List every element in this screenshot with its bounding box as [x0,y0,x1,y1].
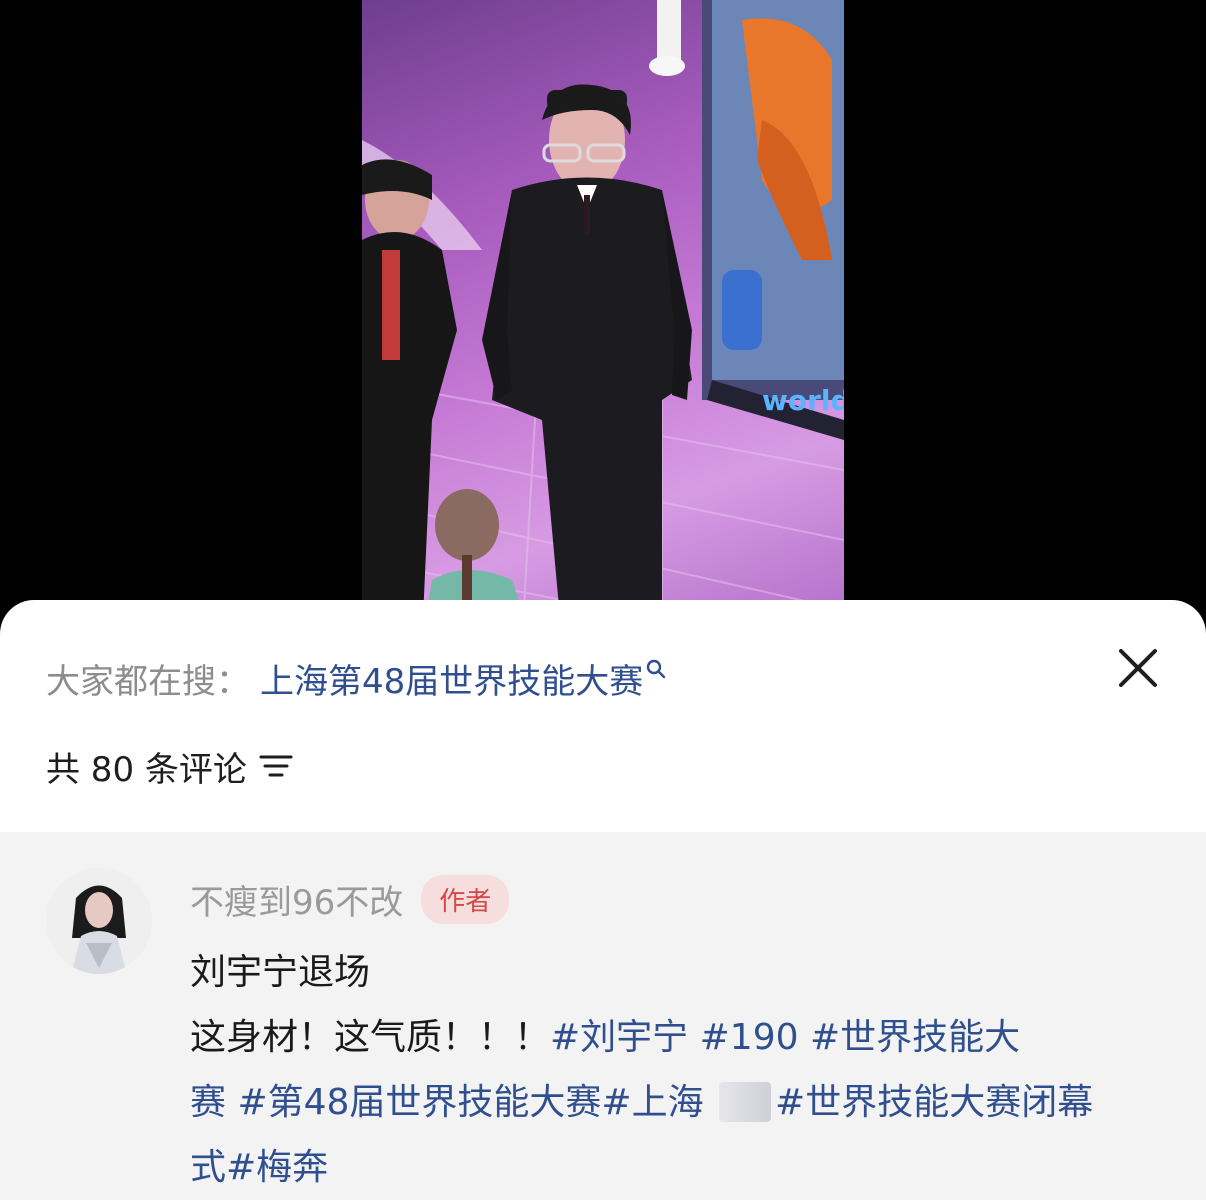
video-area[interactable]: world [0,0,1206,640]
hashtag-link[interactable]: #刘宇宁 #190 #世界技能大 [550,1017,1020,1058]
username[interactable]: 不瘦到96不改 [190,875,403,924]
video-frame[interactable]: world [362,0,844,640]
comment-text: 刘宇宁退场 这身材！这气质！！！#刘宇宁 #190 #世界技能大 赛 #第48届… [190,940,1170,1200]
comment-count-header: 共 80 条评论 [46,740,293,792]
trending-search-link[interactable]: 上海第48届世界技能大赛 [260,654,643,703]
hashtag-link[interactable]: 赛 #第48届世界技能大赛#上海 [190,1082,715,1123]
comment-line-4: 式#梅奔 [190,1135,1170,1200]
author-badge: 作者 [421,874,510,924]
comment-line-1: 刘宇宁退场 [190,952,371,993]
avatar-image [46,868,152,974]
search-icon[interactable] [645,658,667,680]
hashtag-link[interactable]: #世界技能大赛闭幕 [775,1082,1093,1123]
comments-sheet: 大家都在搜： 上海第48届世界技能大赛 共 80 条评论 不瘦到96不改 作者 … [0,600,1206,1200]
sort-icon[interactable] [259,751,293,781]
emoji-image [719,1082,772,1122]
trending-search-prefix: 大家都在搜： [46,661,250,702]
comment-item: 不瘦到96不改 作者 刘宇宁退场 这身材！这气质！！！#刘宇宁 #190 #世界… [0,832,1206,1200]
hashtag-link[interactable]: 式#梅奔 [190,1147,328,1188]
video-still-image: world [362,0,844,640]
svg-text:world: world [762,384,844,417]
comment-count: 共 80 条评论 [46,749,247,790]
comment-line-2: 这身材！这气质！！！#刘宇宁 #190 #世界技能大 [190,1005,1170,1070]
avatar[interactable] [46,868,152,974]
comment-line-3: 赛 #第48届世界技能大赛#上海 #世界技能大赛闭幕 [190,1070,1170,1135]
close-icon [1119,649,1157,687]
close-button[interactable] [1110,640,1166,696]
comment-user-row: 不瘦到96不改 作者 [190,874,510,924]
trending-search-bar[interactable]: 大家都在搜： 上海第48届世界技能大赛 [46,652,667,704]
comment-text-span: 这身材！这气质！！！ [190,1017,551,1058]
